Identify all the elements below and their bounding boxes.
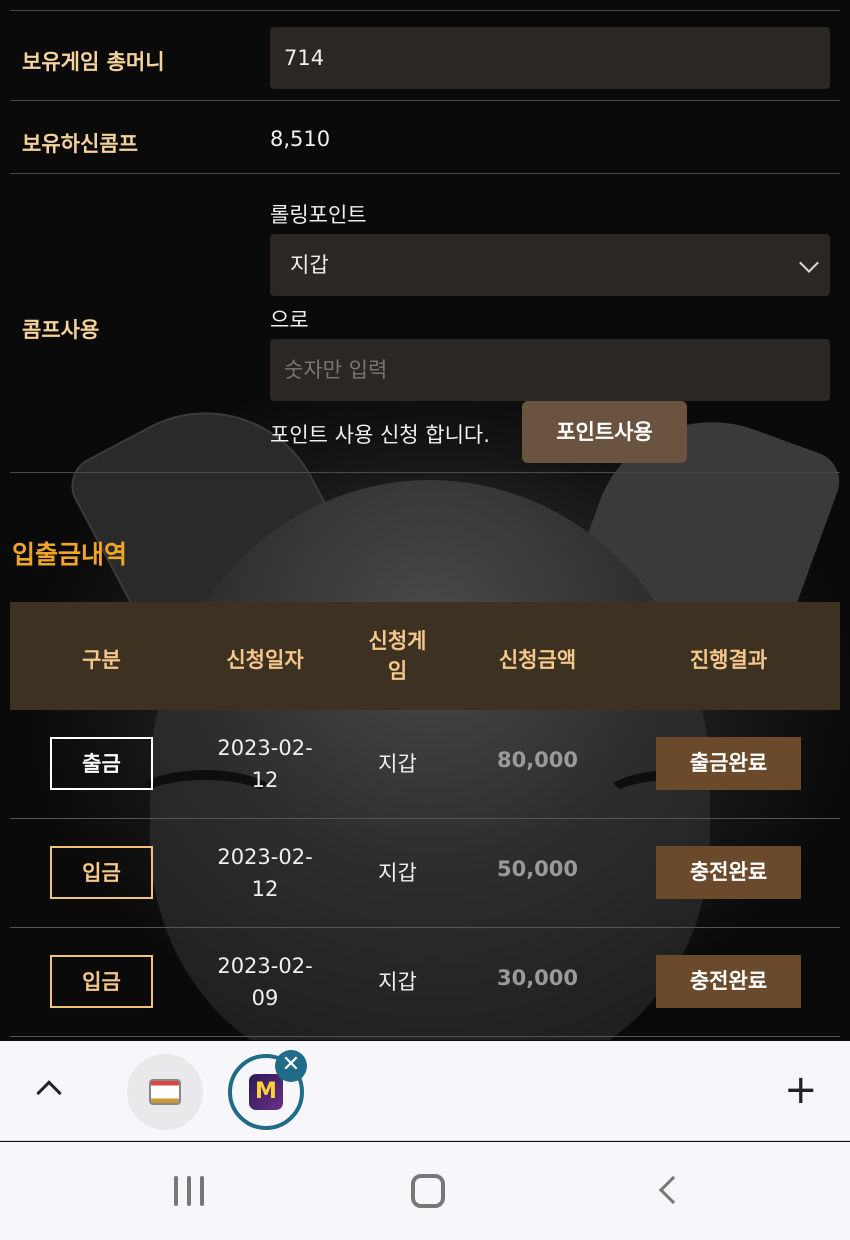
request-date-text: 2023-02-09 [217, 954, 313, 1010]
type-badge: 출금 [50, 737, 153, 790]
request-date: 2023-02-12 [200, 732, 330, 796]
type-badge: 입금 [50, 846, 153, 899]
to-label: 으로 [270, 308, 309, 332]
apply-text: 포인트 사용 신청 합니다. [270, 423, 490, 447]
request-amount: 30,000 [496, 966, 579, 990]
history-title: 입출금내역 [12, 540, 128, 569]
column-type: 구분 [82, 648, 121, 672]
browser-tab-bar: M [0, 1041, 850, 1141]
chevron-up-icon[interactable] [36, 1080, 62, 1106]
new-tab-plus-icon[interactable]: + [784, 1070, 818, 1110]
wallet-select[interactable]: 지갑 [270, 234, 830, 296]
type-badge: 입금 [50, 955, 153, 1008]
money-label: 보유게임 총머니 [22, 50, 165, 74]
wallet-select-value: 지갑 [290, 253, 329, 277]
column-amount: 신청금액 [498, 648, 577, 672]
table-row: 입금 2023-02-12 지갑 50,000 충전완료 [10, 819, 840, 928]
site-logo-icon: M [249, 1074, 283, 1110]
column-result: 진행결과 [689, 648, 768, 672]
request-game: 지갑 [378, 970, 417, 994]
slot-machine-icon [149, 1079, 181, 1105]
rolling-point-label: 롤링포인트 [270, 203, 367, 227]
amount-input[interactable]: 숫자만 입력 [270, 339, 830, 401]
column-game: 신청게임 [368, 629, 427, 683]
request-game: 지갑 [378, 861, 417, 885]
tab-slot-game[interactable] [127, 1054, 203, 1130]
amount-placeholder: 숫자만 입력 [284, 358, 388, 382]
result-badge: 충전완료 [656, 846, 801, 899]
chevron-down-icon [799, 253, 819, 273]
result-badge: 충전완료 [656, 955, 801, 1008]
system-nav-bar [0, 1142, 850, 1240]
comp-row: 보유하신콤프 [10, 100, 840, 173]
recent-apps-icon[interactable] [174, 1176, 206, 1206]
request-game: 지갑 [378, 752, 417, 776]
column-date: 신청일자 [226, 648, 304, 672]
history-table-header: 구분 신청일자 신청게임 신청금액 진행결과 [10, 602, 840, 710]
back-icon[interactable] [658, 1175, 688, 1205]
request-date-text: 2023-02-12 [217, 845, 313, 901]
home-icon[interactable] [411, 1174, 445, 1208]
comp-label: 보유하신콤프 [22, 132, 138, 156]
result-badge: 출금완료 [656, 737, 801, 790]
money-field: 714 [270, 27, 830, 89]
close-tab-icon[interactable]: ✕ [275, 1050, 307, 1082]
comp-value: 8,510 [270, 127, 331, 151]
table-row: 출금 2023-02-12 지갑 80,000 출금완료 [10, 710, 840, 819]
request-date: 2023-02-09 [200, 950, 330, 1014]
comp-use-label: 콤프사용 [22, 318, 100, 342]
use-point-button[interactable]: 포인트사용 [522, 401, 687, 463]
request-date: 2023-02-12 [200, 841, 330, 905]
table-row: 입금 2023-02-09 지갑 30,000 충전완료 [10, 928, 840, 1037]
request-date-text: 2023-02-12 [217, 736, 313, 792]
request-amount: 80,000 [496, 748, 579, 772]
request-amount: 50,000 [496, 857, 579, 881]
